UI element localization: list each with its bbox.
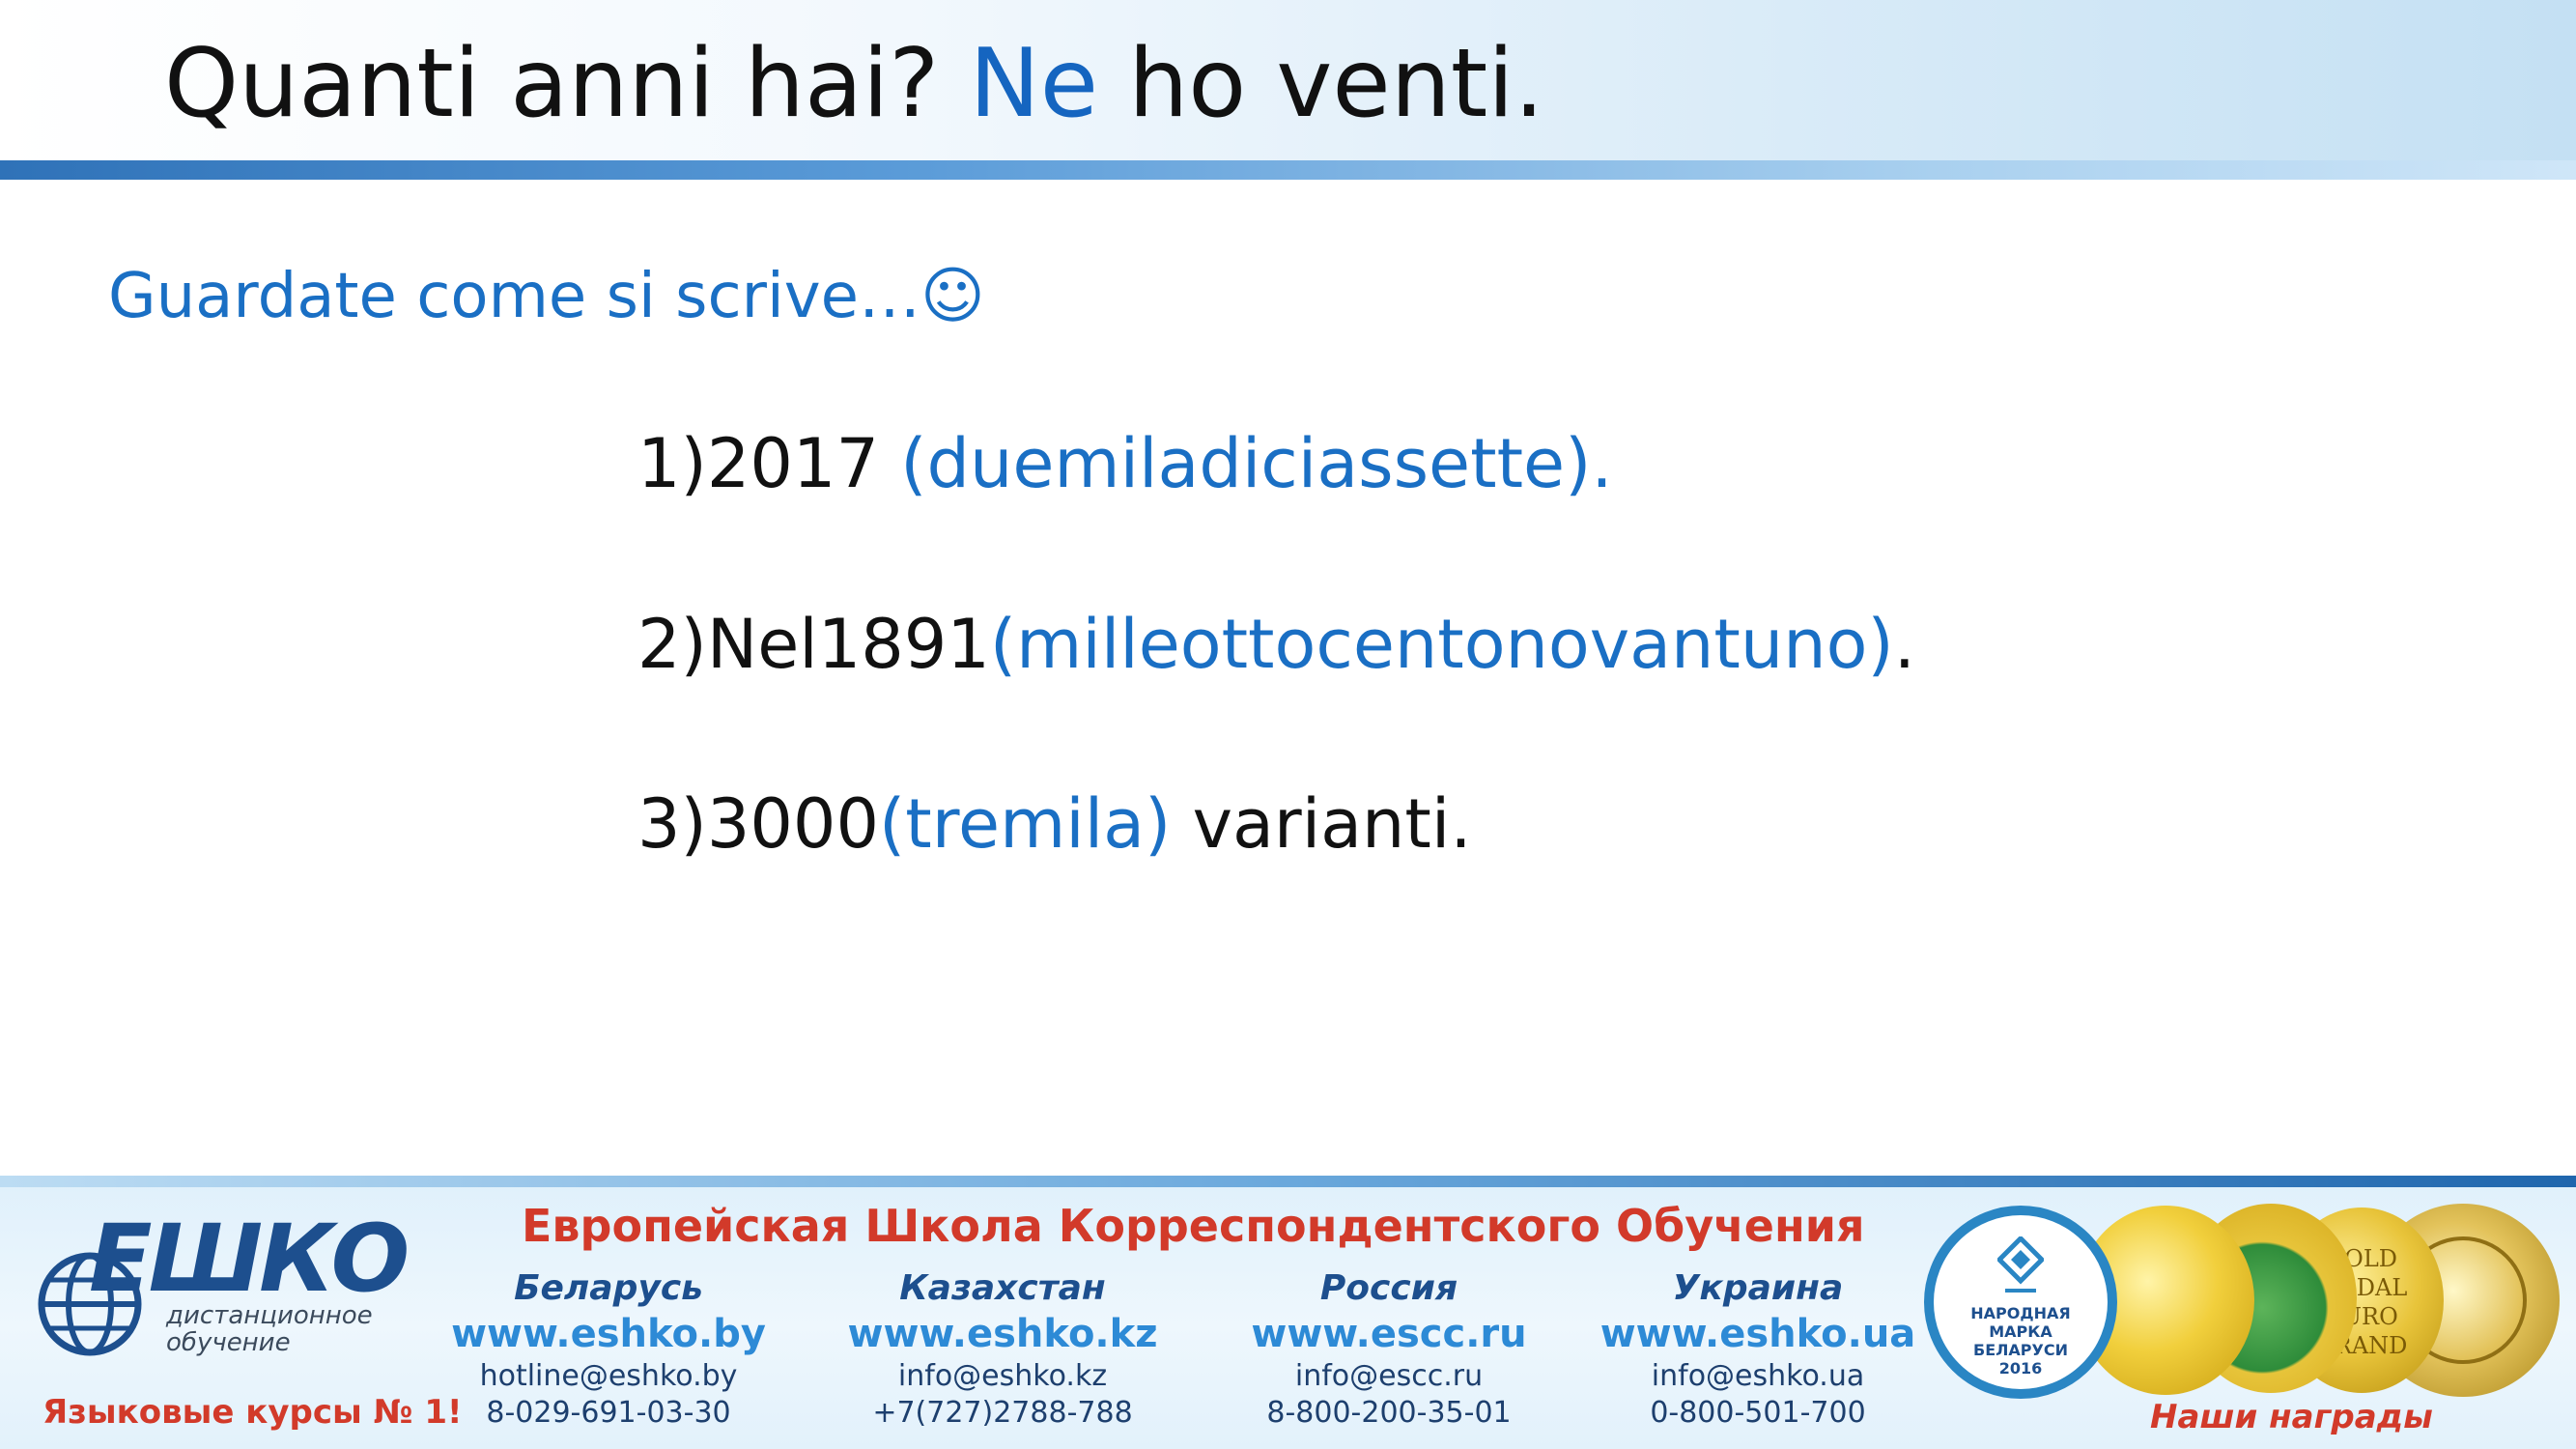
item-number: 2)Nel1891 [637, 605, 990, 684]
list-item: 3)3000(tremila) varianti. [637, 776, 1472, 872]
list-item: 1)2017 (duemiladiciassette). [637, 415, 1613, 512]
item-word: (milleottocentonovantuno) [989, 605, 1894, 684]
slide-header: Quanti anni hai? Ne ho venti. [0, 0, 2576, 160]
item-number: 1)2017 [637, 424, 901, 503]
country-contact-ukraine: Украина www.eshko.ua info@eshko.ua 0-800… [1565, 1267, 1951, 1432]
country-website: www.eshko.by [451, 1312, 766, 1356]
brand-logo-subtitle: дистанционное обучение [166, 1302, 373, 1356]
title-text-part1: Quanti anni hai? [164, 29, 970, 139]
brand-logo-text: ЕШКО [89, 1205, 410, 1313]
courses-slogan: Языковые курсы № 1! [42, 1393, 463, 1432]
country-email: info@eshko.kz [897, 1359, 1108, 1393]
header-divider [0, 160, 2576, 180]
logo-sub-line1: дистанционное [166, 1301, 373, 1330]
item-tail: . [1893, 605, 1915, 684]
diamond-logo-icon [1997, 1236, 2044, 1293]
list-item: 2)Nel1891(milleottocentonovantuno). [637, 596, 1915, 693]
country-email: info@escc.ru [1294, 1359, 1484, 1393]
country-website: www.escc.ru [1251, 1312, 1527, 1356]
narod-line2: МАРКА [1989, 1322, 2052, 1341]
item-word: (tremila) [879, 784, 1172, 864]
country-phone: 8-800-200-35-01 [1266, 1396, 1512, 1430]
country-website: www.eshko.kz [847, 1312, 1158, 1356]
country-contact-kazakhstan: Казахстан www.eshko.kz info@eshko.kz +7(… [809, 1267, 1196, 1432]
country-email: info@eshko.ua [1651, 1359, 1865, 1393]
country-phone: +7(727)2788-788 [872, 1396, 1133, 1430]
narodnaya-marka-text: НАРОДНАЯ МАРКА БЕЛАРУСИ 2016 [1934, 1304, 2108, 1378]
title-text-part2: ho venti. [1098, 29, 1544, 139]
school-name: Европейская Школа Корреспондентского Обу… [522, 1200, 1865, 1252]
narod-line3: БЕЛАРУСИ [1973, 1341, 2068, 1359]
title-highlight: Ne [969, 29, 1099, 139]
item-number: 3)3000 [637, 784, 879, 864]
country-email: hotline@eshko.by [479, 1359, 738, 1393]
item-tail: varianti. [1171, 784, 1472, 864]
country-website: www.eshko.ua [1599, 1312, 1916, 1356]
country-phone: 8-029-691-03-30 [486, 1396, 731, 1430]
country-name: Казахстан [899, 1268, 1106, 1308]
country-name: Украина [1672, 1268, 1844, 1308]
narod-line4: 2016 [1998, 1359, 2043, 1378]
logo-sub-line2: обучение [166, 1328, 291, 1357]
awards-label: Наши награды [2150, 1398, 2433, 1436]
narodnaya-marka-medal: НАРОДНАЯ МАРКА БЕЛАРУСИ 2016 [1924, 1206, 2117, 1399]
country-name: Беларусь [514, 1268, 703, 1308]
country-phone: 0-800-501-700 [1650, 1396, 1866, 1430]
narod-line1: НАРОДНАЯ [1970, 1304, 2071, 1322]
slide-subtitle: Guardate come si scrive…☺ [108, 261, 985, 332]
item-word: (duemiladiciassette). [900, 424, 1613, 503]
footer-divider [0, 1176, 2576, 1187]
country-name: Россия [1319, 1268, 1458, 1308]
slide-title: Quanti anni hai? Ne ho venti. [164, 21, 1544, 147]
country-contact-russia: Россия www.escc.ru info@escc.ru 8-800-20… [1196, 1267, 1582, 1432]
country-contact-belarus: Беларусь www.eshko.by hotline@eshko.by 8… [415, 1267, 802, 1432]
